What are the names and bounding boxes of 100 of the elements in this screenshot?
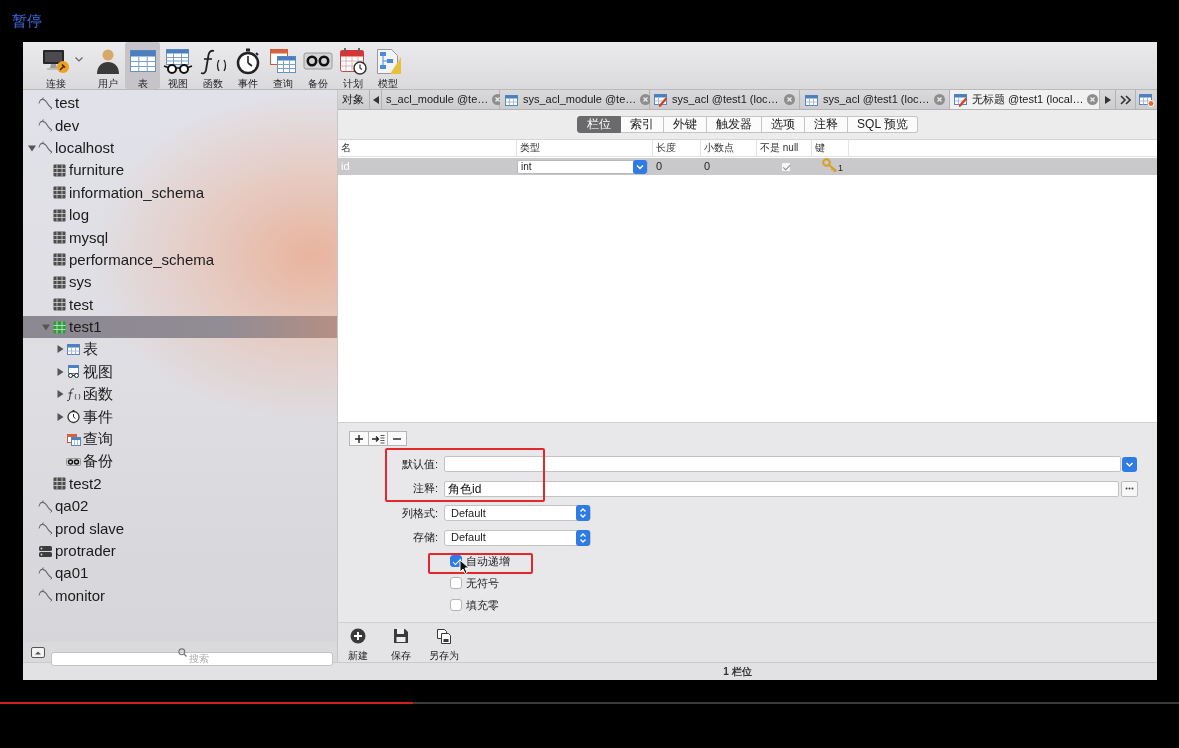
tree-item[interactable]: performance_schema — [23, 248, 337, 272]
curve-icon — [38, 565, 53, 581]
toolbar-button[interactable]: 计划 — [335, 42, 370, 89]
tree-item[interactable]: 事件 — [23, 405, 337, 428]
tab[interactable]: s_acl_module @te… — [382, 90, 500, 109]
disclosure-triangle-icon[interactable] — [56, 367, 64, 376]
tab[interactable]: 无标题 @test1 (local… — [950, 90, 1100, 109]
tab-menu-button[interactable] — [1136, 90, 1157, 109]
double-chevron-icon — [1120, 94, 1131, 105]
table-icon — [127, 47, 158, 75]
segment-tab[interactable]: SQL 预览 — [848, 116, 918, 133]
scroll-left-button[interactable] — [370, 90, 382, 109]
tree-item[interactable]: test — [23, 293, 337, 316]
tab[interactable]: sys_acl @test1 (loc… — [650, 90, 800, 109]
add-field-button[interactable] — [349, 431, 369, 446]
panel-toggle-icon[interactable] — [31, 646, 45, 658]
clock-icon — [66, 409, 81, 425]
delete-field-button[interactable] — [387, 431, 407, 446]
tab[interactable]: 对象 — [338, 90, 370, 109]
segment-tab[interactable]: 索引 — [621, 116, 665, 133]
tab[interactable]: sys_acl @test1 (loc… — [800, 90, 950, 109]
tree-item[interactable]: localhost — [23, 136, 337, 160]
field-label: 默认值: — [400, 456, 439, 472]
stepper-icon[interactable] — [576, 529, 590, 546]
grid-icon — [52, 162, 67, 178]
key-number: 1 — [838, 164, 843, 173]
tree-item[interactable]: monitor — [23, 584, 337, 607]
segment-tab[interactable]: 栏位 — [577, 116, 622, 133]
curve-icon — [38, 95, 53, 111]
segment-tab[interactable]: 触发器 — [707, 116, 763, 133]
disclosure-triangle-icon[interactable] — [56, 390, 64, 399]
grid-icon — [52, 476, 67, 492]
function-icon — [66, 386, 81, 402]
browse-button[interactable] — [1121, 480, 1138, 497]
tree-item[interactable]: furniture — [23, 159, 337, 182]
new-button[interactable]: 新建 — [341, 623, 375, 662]
save-as-button[interactable]: 另存为 — [427, 623, 461, 662]
tree-item[interactable]: dev — [23, 114, 337, 137]
toolbar-button[interactable]: 用户 — [90, 42, 125, 89]
disclosure-triangle-icon[interactable] — [28, 143, 36, 152]
close-icon[interactable] — [934, 94, 945, 105]
checkbox[interactable] — [450, 599, 462, 611]
tree-item[interactable]: test1 — [23, 315, 337, 339]
toolbar-button[interactable]: 连接 — [38, 42, 73, 89]
save-button[interactable]: 保存 — [384, 623, 418, 662]
chevron-down-icon[interactable] — [1122, 456, 1137, 472]
player-status: 暂停 — [12, 12, 42, 29]
server-icon — [38, 543, 53, 559]
tab[interactable]: sys_acl_module @te… — [500, 90, 650, 109]
caret-icon[interactable] — [75, 57, 83, 62]
toolbar-button[interactable]: 查询 — [265, 42, 300, 89]
tree-item[interactable]: 表 — [23, 338, 337, 361]
grid-icon — [52, 297, 67, 313]
segment-tab[interactable]: 注释 — [805, 116, 849, 133]
tree-item[interactable]: mysql — [23, 226, 337, 249]
toolbar-button[interactable]: 视图 — [160, 42, 195, 89]
close-icon[interactable] — [1087, 94, 1099, 105]
toolbar-button[interactable]: 函数 — [195, 42, 230, 89]
tree-item[interactable]: test — [23, 92, 337, 115]
disclosure-triangle-icon[interactable] — [56, 345, 64, 354]
key-icon — [822, 158, 838, 172]
select-field[interactable]: Default — [444, 529, 591, 546]
field-label: 存储: — [411, 530, 439, 546]
tree-item[interactable]: log — [23, 203, 337, 227]
tree-item[interactable]: information_schema — [23, 181, 337, 204]
stepper-icon[interactable] — [576, 505, 590, 521]
toolbar-button[interactable]: 模型 — [370, 42, 405, 89]
tree-item[interactable]: sys — [23, 271, 337, 294]
toolbar-button[interactable]: 备份 — [300, 42, 335, 89]
segment-tab[interactable]: 外键 — [664, 116, 708, 133]
close-icon[interactable] — [784, 94, 795, 105]
text-field[interactable]: 角色id — [444, 480, 1119, 497]
type-select[interactable]: int — [517, 159, 648, 174]
disclosure-triangle-icon[interactable] — [56, 412, 64, 421]
tree-item[interactable]: 查询 — [23, 427, 337, 451]
tree-item[interactable]: qa02 — [23, 495, 337, 518]
tree-item[interactable]: protrader — [23, 539, 337, 563]
curve-icon — [38, 588, 53, 604]
search-field[interactable]: 搜索 — [51, 651, 333, 666]
insert-field-button[interactable] — [368, 431, 388, 446]
toolbar-button[interactable]: 表 — [125, 42, 160, 89]
tree-item[interactable]: qa01 — [23, 562, 337, 585]
monitor-icon — [40, 47, 71, 75]
select-field[interactable]: Default — [444, 505, 591, 521]
segment-tab[interactable]: 选项 — [762, 116, 806, 133]
tree-item[interactable]: 备份 — [23, 450, 337, 473]
table-cell-text: 0 — [703, 159, 712, 174]
tree-item[interactable]: test2 — [23, 472, 337, 496]
chevron-down-icon[interactable] — [633, 159, 647, 174]
toolbar-button[interactable]: 事件 — [230, 42, 265, 89]
combobox-field[interactable] — [444, 456, 1121, 472]
tree-item[interactable]: 视图 — [23, 360, 337, 384]
checkbox[interactable] — [450, 577, 462, 589]
more-tabs-button[interactable] — [1116, 90, 1136, 109]
table-icon — [66, 342, 81, 357]
stacked-tables-icon — [267, 47, 298, 75]
tree-item[interactable]: prod slave — [23, 517, 337, 540]
scroll-right-button[interactable] — [1100, 90, 1116, 109]
tree-item[interactable]: 函数 — [23, 383, 337, 406]
checkbox[interactable] — [781, 161, 791, 172]
